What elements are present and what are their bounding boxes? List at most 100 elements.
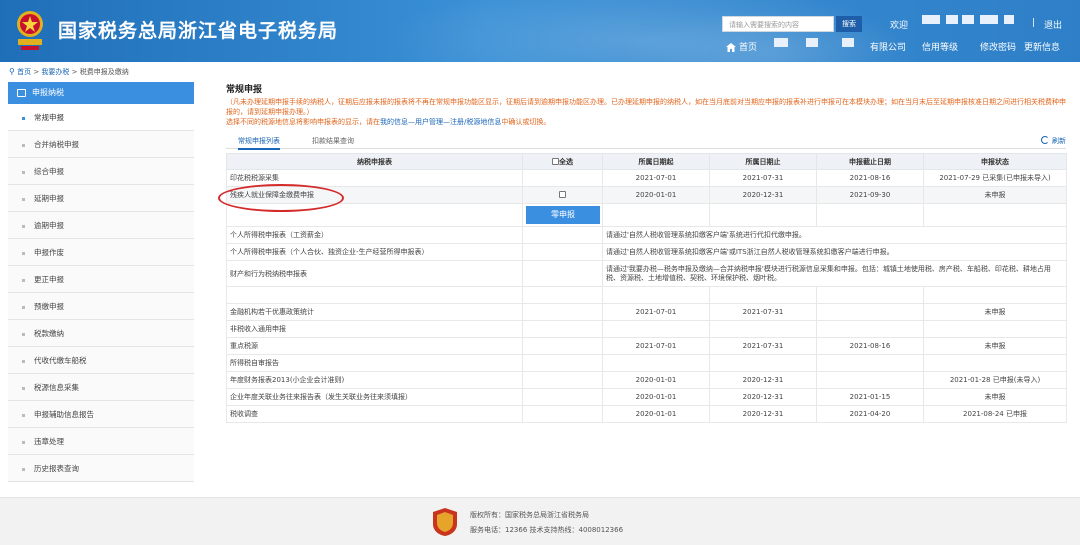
tax-bureau-logo-icon [433,508,457,536]
home-link[interactable]: 首页 [726,40,757,53]
sidebar-item-tax-payment[interactable]: 税款缴纳 [8,320,194,347]
user-management-link[interactable]: 我的信息—用户管理—注册/税源地信息 [380,118,501,126]
status: 未申报 [923,388,1067,406]
highlight-circle [218,184,344,212]
select-all-checkbox[interactable] [552,157,559,165]
deadline: 2021-01-15 [816,388,924,406]
table-row[interactable]: 年度财务报表2013(小企业会计准则) 2020-01-01 2020-12-3… [226,371,1067,389]
refresh-label: 刷新 [1052,137,1066,145]
breadcrumb-home[interactable]: 首页 [17,68,31,76]
monitor-icon [17,89,26,97]
table-row[interactable]: 税收调查 2020-01-01 2020-12-31 2021-04-20 20… [226,405,1067,423]
zero-declaration-button[interactable]: 零申报 [526,206,600,224]
search-input[interactable]: 请输入需要搜索的内容 [722,16,834,32]
row-note: 请通过'我要办税—税务申报及缴纳—合并纳税申报'模块进行税源信息采集和申报。包括… [602,260,1067,287]
row-note: 请通过'自然人税收管理系统扣缴客户端'或ITS浙江自然人税收管理系统扣缴客户端进… [602,243,1067,261]
form-name[interactable]: 个人所得税申报表（个人合伙、独资企业-生产经营所得申报表） [226,243,523,261]
tab-bar: 常规申报列表 扣款结果查询 刷新 [226,135,1066,150]
sidebar-item-history-query[interactable]: 历史报表查询 [8,455,194,482]
row-checkbox[interactable] [559,191,566,198]
breadcrumb-separator: > [71,68,80,76]
status: 未申报 [923,186,1067,204]
notice-prefix: 选择不同的税源地信息将影响申报表的显示，请在 [226,118,380,126]
logout-link[interactable]: 退出 [1044,18,1062,31]
table-row[interactable]: 所得税自审报告 [226,354,1067,372]
sidebar-item-tax-source-collection[interactable]: 税源信息采集 [8,374,194,401]
sidebar-item-deferred-declaration[interactable]: 延期申报 [8,185,194,212]
main-content: 常规申报 （凡未办理延期申报手续的纳税人，征期后应报未报的报表将不再在常规申报功… [226,82,1067,423]
form-name[interactable]: 企业年度关联业务往来报告表（发生关联业务往来须填报） [226,388,523,406]
table-header: 纳税申报表 全选 所属日期起 所属日期止 申报截止日期 申报状态 [226,153,1067,170]
sidebar-item-combined-declaration[interactable]: 合并纳税申报 [8,131,194,158]
sidebar-item-overdue-declaration[interactable]: 逾期申报 [8,212,194,239]
start-date: 2020-01-01 [602,186,710,204]
sidebar-item-void-declaration[interactable]: 申报作废 [8,239,194,266]
table-row[interactable]: 企业年度关联业务往来报告表（发生关联业务往来须填报） 2020-01-01 20… [226,388,1067,406]
table-row[interactable]: 个人所得税申报表（个人合伙、独资企业-生产经营所得申报表） 请通过'自然人税收管… [226,243,1067,261]
redacted-block [842,38,854,47]
change-password-link[interactable]: 修改密码 [980,40,1016,53]
page-title: 常规申报 [226,85,263,95]
breadcrumb-tax[interactable]: 我要办税 [41,68,69,76]
col-header-form: 纳税申报表 [226,153,523,170]
tab-regular-list[interactable]: 常规申报列表 [238,136,280,150]
table-row[interactable]: 个人所得税申报表（工资薪金） 请通过'自然人税收管理系统扣缴客户端'系统进行代扣… [226,226,1067,244]
start-date: 2020-01-01 [602,388,710,406]
declaration-table: 纳税申报表 全选 所属日期起 所属日期止 申报截止日期 申报状态 印花税税源采集… [226,153,1067,423]
status: 2021-07-29 已采集(已申报未导入) [923,169,1067,187]
table-row[interactable]: 残疾人就业保障金缴费申报 2020-01-01 2020-12-31 2021-… [226,186,1067,204]
form-name[interactable]: 税收调查 [226,405,523,423]
table-row[interactable]: 金融机构若干优惠政策统计 2021-07-01 2021-07-31 未申报 [226,303,1067,321]
home-icon [726,43,736,52]
form-name[interactable]: 所得税自审报告 [226,354,523,372]
table-row[interactable]: 非税收入通用申报 [226,320,1067,338]
deadline [816,371,924,389]
sidebar-item-vehicle-tax[interactable]: 代收代缴车船税 [8,347,194,374]
sidebar-item-violation-handling[interactable]: 违章处理 [8,428,194,455]
end-date: 2021-07-31 [709,337,817,355]
sidebar-item-comprehensive-declaration[interactable]: 综合申报 [8,158,194,185]
credit-rating-link[interactable]: 信用等级 [922,40,958,53]
sidebar-item-correction-declaration[interactable]: 更正申报 [8,266,194,293]
sidebar-section-header[interactable]: 申报纳税 [8,82,194,104]
form-name[interactable]: 金融机构若干优惠政策统计 [226,303,523,321]
redacted-block [962,15,974,24]
site-title: 国家税务总局浙江省电子税务局 [58,20,339,42]
end-date: 2021-07-31 [709,169,817,187]
table-row[interactable]: 印花税税源采集 2021-07-01 2021-07-31 2021-08-16… [226,169,1067,187]
status: 未申报 [923,303,1067,321]
col-header-start: 所属日期起 [602,153,710,170]
table-row[interactable]: 财产和行为税纳税申报表 请通过'我要办税—税务申报及缴纳—合并纳税申报'模块进行… [226,260,1067,287]
sidebar-item-regular-declaration[interactable]: 常规申报 [8,104,194,131]
tab-deduction-query[interactable]: 扣款结果查询 [312,136,354,146]
deadline [816,303,924,321]
redacted-block [922,15,940,24]
form-name[interactable]: 年度财务报表2013(小企业会计准则) [226,371,523,389]
col-header-select-all[interactable]: 全选 [522,153,603,170]
redacted-block [946,15,958,24]
footer-contact: 服务电话：12366 技术支持热线：4008012366 [470,526,624,534]
table-row[interactable]: 重点税源 2021-07-01 2021-07-31 2021-08-16 未申… [226,337,1067,355]
refresh-button[interactable]: 刷新 [1041,136,1066,146]
breadcrumb-current: 税费申报及缴纳 [79,68,129,76]
form-name[interactable]: 个人所得税申报表（工资薪金） [226,226,523,244]
start-date: 2021-07-01 [602,337,710,355]
sidebar-item-auxiliary-report[interactable]: 申报辅助信息报告 [8,401,194,428]
form-name[interactable]: 财产和行为税纳税申报表 [226,260,523,287]
form-name[interactable]: 重点税源 [226,337,523,355]
select-all-label: 全选 [559,157,573,166]
row-note: 请通过'自然人税收管理系统扣缴客户端'系统进行代扣代缴申报。 [602,226,1067,244]
update-info-link[interactable]: 更新信息 [1024,40,1060,53]
search-button[interactable]: 搜索 [836,16,862,32]
end-date: 2021-07-31 [709,303,817,321]
sidebar-item-prepayment-declaration[interactable]: 预缴申报 [8,293,194,320]
redacted-block [1004,15,1014,24]
table-row-action: 零申报 [226,203,1067,227]
breadcrumb: ⚲ 首页 > 我要办税 > 税费申报及缴纳 [9,67,129,77]
top-header: 国家税务总局浙江省电子税务局 请输入需要搜索的内容 搜索 欢迎 | 退出 首页 … [0,0,1080,62]
company-name: 有限公司 [870,43,907,53]
form-name[interactable]: 非税收入通用申报 [226,320,523,338]
location-pin-icon: ⚲ [9,67,15,76]
col-header-end: 所属日期止 [709,153,817,170]
separator: | [1032,18,1036,28]
